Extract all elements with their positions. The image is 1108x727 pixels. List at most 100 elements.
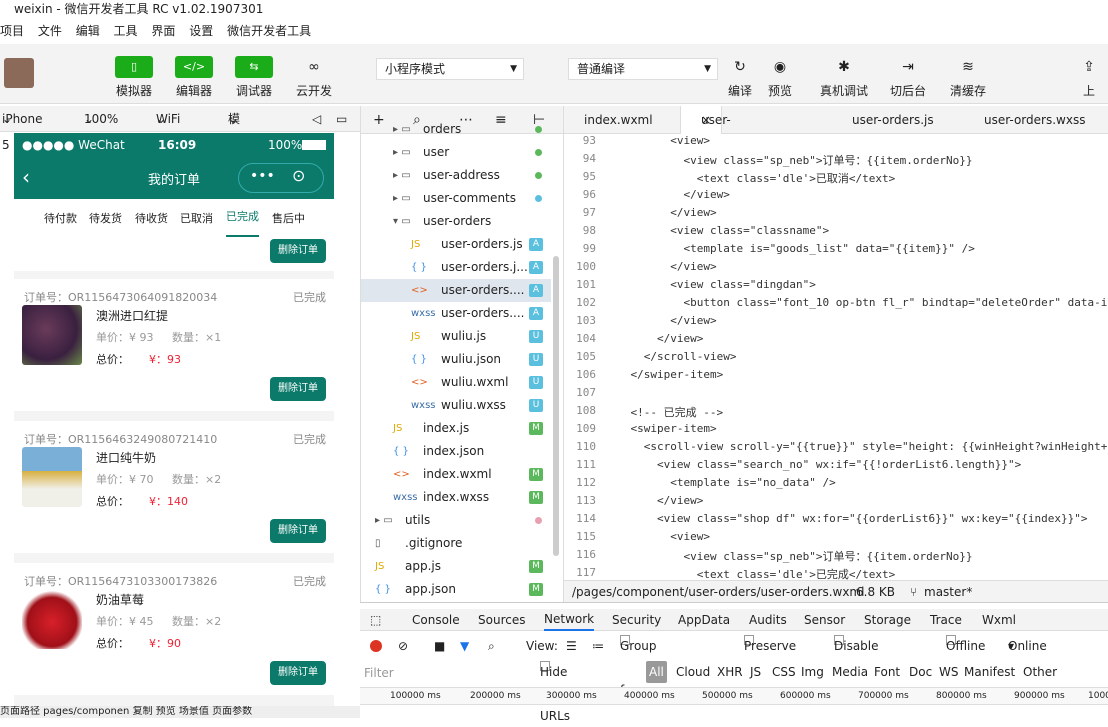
compile-select[interactable]: 普通编译 ▼ (568, 58, 718, 80)
zoom-value: 100% (84, 112, 119, 126)
filter-doc[interactable]: Doc (909, 661, 932, 683)
file-tree-item[interactable]: ▸ ▭ orders (361, 118, 551, 141)
scrollbar[interactable] (553, 256, 559, 556)
filter-icon[interactable]: ▼ (460, 635, 469, 657)
tab-wxml[interactable]: Wxml (982, 609, 1016, 631)
camera-icon[interactable]: ■ (434, 635, 445, 657)
tab-user-orders-js[interactable]: user-orders.js (852, 106, 934, 134)
tab-user-orders-wxss[interactable]: user-orders.wxss (984, 106, 1085, 134)
filter-input[interactable]: Filter (364, 662, 514, 682)
file-tree-item[interactable]: ▸ ▭ user-address (361, 164, 551, 187)
menu-project[interactable]: 项目 (0, 20, 24, 42)
menu-edit[interactable]: 编辑 (76, 20, 100, 42)
filter-media[interactable]: Media (832, 661, 868, 683)
filter-cloud[interactable]: Cloud (676, 661, 710, 683)
file-tree-item[interactable]: ▸ ▭ utils (361, 509, 551, 532)
tab-appdata[interactable]: AppData (678, 609, 730, 631)
file-tree-item[interactable]: JS user-orders.js A (361, 233, 551, 256)
upload-button[interactable]: ⇪ 上 (1070, 56, 1108, 99)
file-tree-item[interactable]: <> user-orders.... A (361, 279, 551, 302)
git-branch[interactable]: master* (924, 581, 972, 603)
filter-manifest[interactable]: Manifest (964, 661, 1015, 683)
zoom-select[interactable]: 100% ⌄ (84, 106, 118, 132)
tab-pending-payment[interactable]: 待付款 (44, 199, 77, 239)
debugger-button[interactable]: ⇆ 调试器 (224, 56, 284, 99)
file-tree-item[interactable]: { } wuliu.json U (361, 348, 551, 371)
file-tree-item[interactable]: { } user-orders.j... A (361, 256, 551, 279)
tab-trace[interactable]: Trace (930, 609, 962, 631)
tab-completed[interactable]: 已完成 (226, 199, 259, 237)
clear-icon[interactable]: ⊘ (398, 635, 408, 657)
inspect-icon[interactable]: ⬚ (370, 609, 381, 631)
tab-index-wxml[interactable]: index.wxml (584, 106, 653, 134)
file-tree-item[interactable]: wxss wuliu.wxss U (361, 394, 551, 417)
device-select[interactable]: iPhone 5 ⌄ (2, 106, 43, 152)
file-tree-item[interactable]: ▸ ▭ user (361, 141, 551, 164)
simulator-button[interactable]: ▯ 模拟器 (104, 56, 164, 99)
filter-css[interactable]: CSS (772, 661, 796, 683)
file-tree-item[interactable]: wxss index.wxss M (361, 486, 551, 509)
tab-cancelled[interactable]: 已取消 (180, 199, 213, 239)
menu-interface[interactable]: 界面 (151, 20, 175, 42)
filter-ws[interactable]: WS (939, 661, 958, 683)
tab-security[interactable]: Security (612, 609, 661, 631)
filter-img[interactable]: Img (801, 661, 824, 683)
tab-pending-receipt[interactable]: 待收货 (135, 199, 168, 239)
tab-network[interactable]: Network (544, 609, 595, 631)
preview-button[interactable]: ◉ 预览 (750, 56, 810, 99)
network-select[interactable]: WiFi ⌄ (156, 106, 180, 132)
tab-sources[interactable]: Sources (478, 609, 525, 631)
editor-button[interactable]: </> 编辑器 (164, 56, 224, 99)
delete-order-button[interactable]: 删除订单 (270, 519, 326, 543)
file-tree-item[interactable]: { } app.json M (361, 578, 551, 601)
more-icon[interactable]: ••• (250, 168, 275, 184)
file-tree-item[interactable]: wxss user-orders.... A (361, 302, 551, 325)
close-capsule-icon[interactable]: ⊙ (292, 166, 305, 185)
volume-icon[interactable]: ◁ (312, 106, 321, 132)
tab-sensor[interactable]: Sensor (804, 609, 845, 631)
close-icon[interactable]: × (701, 106, 711, 134)
filter-js[interactable]: JS (750, 661, 761, 683)
operation-select[interactable]: 模拟操作 ⌄ (228, 106, 240, 204)
menu-file[interactable]: 文件 (38, 20, 62, 42)
search-icon[interactable]: ⌕ (488, 635, 495, 657)
tab-storage[interactable]: Storage (864, 609, 911, 631)
back-icon[interactable]: ‹ (22, 165, 30, 189)
filter-xhr[interactable]: XHR (717, 661, 743, 683)
menu-tools[interactable]: 工具 (114, 20, 138, 42)
filter-all[interactable]: All (646, 661, 667, 683)
clear-cache-button[interactable]: ≋ 清缓存 (938, 56, 998, 99)
file-tree-item[interactable]: <> index.wxml M (361, 463, 551, 486)
file-tree-item[interactable]: ▾ ▭ user-orders (361, 210, 551, 233)
file-tree-item[interactable]: JS index.js M (361, 417, 551, 440)
tab-pending-shipment[interactable]: 待发货 (89, 199, 122, 239)
delete-order-button[interactable]: 删除订单 (270, 661, 326, 685)
delete-order-button[interactable]: 删除订单 (270, 377, 326, 401)
waterfall-icon[interactable]: ≔ (592, 635, 604, 657)
real-debug-button[interactable]: ✱ 真机调试 (814, 56, 874, 99)
tab-console[interactable]: Console (412, 609, 460, 631)
window-icon[interactable]: ▭ (336, 106, 347, 132)
delete-order-button[interactable]: 删除订单 (270, 239, 326, 263)
user-avatar[interactable] (4, 58, 34, 88)
file-tree-item[interactable]: <> wuliu.wxml U (361, 371, 551, 394)
background-button[interactable]: ⇥ 切后台 (878, 56, 938, 99)
file-tree-item[interactable]: ▸ ▭ user-comments (361, 187, 551, 210)
tab-user-orders-wxml[interactable]: user-orders.wxml × (680, 106, 775, 155)
filter-font[interactable]: Font (874, 661, 900, 683)
tab-audits[interactable]: Audits (749, 609, 787, 631)
tab-after-sales[interactable]: 售后中 (272, 199, 305, 239)
record-icon[interactable] (370, 640, 382, 652)
file-tree-item[interactable]: { } index.json (361, 440, 551, 463)
list-view-icon[interactable]: ☰ (566, 635, 577, 657)
file-tree-item[interactable]: ▯ .gitignore (361, 532, 551, 555)
code-editor[interactable]: 93 <view> 94 <view class="sp_neb">订单号：{{i… (564, 134, 1108, 580)
menu-wechat-devtools[interactable]: 微信开发者工具 (227, 20, 311, 42)
menu-settings[interactable]: 设置 (189, 20, 213, 42)
filter-other[interactable]: Other (1023, 661, 1057, 683)
file-tree-item[interactable]: JS wuliu.js U (361, 325, 551, 348)
cloud-button[interactable]: ∞ 云开发 (284, 56, 344, 99)
throttle-select[interactable]: Online ▾ (1008, 635, 1047, 657)
mode-select[interactable]: 小程序模式 ▼ (376, 58, 524, 80)
file-tree-item[interactable]: JS app.js M (361, 555, 551, 578)
